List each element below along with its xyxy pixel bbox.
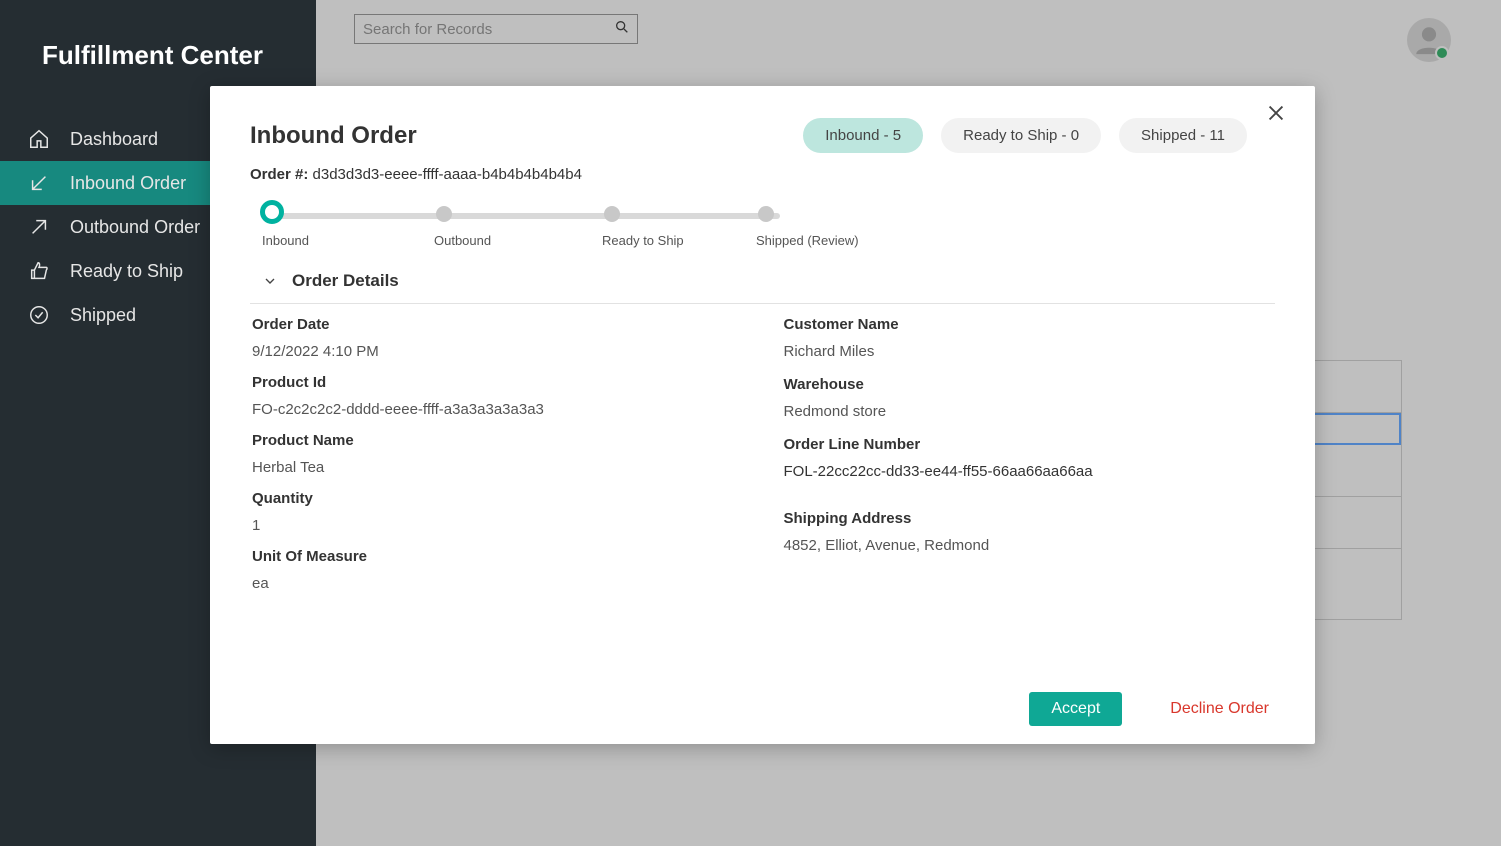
- field-order-line-number: Order Line Number FOL-22cc22cc-dd33-ee44…: [784, 436, 1276, 480]
- order-details-toggle[interactable]: Order Details: [250, 265, 1275, 304]
- field-value: Richard Miles: [784, 343, 1276, 360]
- field-product-id: Product Id FO-c2c2c2c2-dddd-eeee-ffff-a3…: [252, 374, 744, 418]
- product-id-value: c2c2c2c2-dddd-eeee-ffff-a3a3a3a3a3a3: [278, 401, 544, 418]
- step-label: Shipped (Review): [756, 233, 859, 248]
- decline-order-button[interactable]: Decline Order: [1170, 700, 1269, 718]
- field-label: Quantity: [252, 490, 744, 507]
- status-pills: Inbound - 5 Ready to Ship - 0 Shipped - …: [803, 118, 1247, 153]
- field-unit-of-measure: Unit Of Measure ea: [252, 548, 744, 592]
- field-value: FO-c2c2c2c2-dddd-eeee-ffff-a3a3a3a3a3a3: [252, 401, 744, 418]
- field-order-date: Order Date 9/12/2022 4:10 PM: [252, 316, 744, 360]
- order-line-prefix: FOL-: [784, 463, 818, 480]
- field-label: Order Line Number: [784, 436, 1276, 453]
- step-label: Ready to Ship: [602, 233, 684, 248]
- inbound-order-modal: Inbound Order Order #: d3d3d3d3-eeee-fff…: [210, 86, 1315, 744]
- field-value: FOL-22cc22cc-dd33-ee44-ff55-66aa66aa66aa: [784, 463, 1276, 480]
- field-value: ea: [252, 575, 744, 592]
- order-details: Order Date 9/12/2022 4:10 PM Product Id …: [250, 316, 1275, 606]
- step-dot-icon: [604, 206, 620, 222]
- order-details-right: Customer Name Richard Miles Warehouse Re…: [784, 316, 1276, 606]
- field-label: Product Id: [252, 374, 744, 391]
- modal-actions: Accept Decline Order: [1029, 692, 1269, 726]
- order-number-value: d3d3d3d3-eeee-ffff-aaaa-b4b4b4b4b4b4: [313, 166, 582, 183]
- order-number-label: Order #:: [250, 166, 308, 183]
- field-value: Redmond store: [784, 403, 1276, 420]
- accept-button[interactable]: Accept: [1029, 692, 1122, 726]
- field-quantity: Quantity 1: [252, 490, 744, 534]
- order-line-value: 22cc22cc-dd33-ee44-ff55-66aa66aa66aa: [818, 463, 1093, 480]
- step-label: Outbound: [434, 233, 491, 248]
- field-label: Warehouse: [784, 376, 1276, 393]
- field-value: 9/12/2022 4:10 PM: [252, 343, 744, 360]
- step-label: Inbound: [262, 233, 309, 248]
- order-details-title: Order Details: [292, 271, 399, 291]
- pill-ready-to-ship[interactable]: Ready to Ship - 0: [941, 118, 1101, 153]
- order-details-left: Order Date 9/12/2022 4:10 PM Product Id …: [252, 316, 744, 606]
- order-number-line: Order #: d3d3d3d3-eeee-ffff-aaaa-b4b4b4b…: [250, 166, 1275, 183]
- field-warehouse: Warehouse Redmond store: [784, 376, 1276, 420]
- chevron-down-icon: [262, 273, 278, 289]
- stepper-track: [267, 213, 780, 219]
- field-label: Order Date: [252, 316, 744, 333]
- step-dot-icon: [436, 206, 452, 222]
- close-button[interactable]: [1265, 102, 1293, 130]
- field-value: 4852, Elliot, Avenue, Redmond: [784, 537, 1276, 554]
- field-label: Product Name: [252, 432, 744, 449]
- field-label: Unit Of Measure: [252, 548, 744, 565]
- pill-inbound[interactable]: Inbound - 5: [803, 118, 923, 153]
- field-shipping-address: Shipping Address 4852, Elliot, Avenue, R…: [784, 510, 1276, 554]
- field-label: Customer Name: [784, 316, 1276, 333]
- pill-shipped[interactable]: Shipped - 11: [1119, 118, 1247, 153]
- field-customer-name: Customer Name Richard Miles: [784, 316, 1276, 360]
- step-dot-icon: [758, 206, 774, 222]
- field-value: 1: [252, 517, 744, 534]
- product-id-prefix: FO-: [252, 401, 278, 418]
- field-label: Shipping Address: [784, 510, 1276, 527]
- field-value: Herbal Tea: [252, 459, 744, 476]
- progress-stepper: Inbound Outbound Ready to Ship Shipped (…: [258, 201, 818, 247]
- field-product-name: Product Name Herbal Tea: [252, 432, 744, 476]
- step-dot-icon: [260, 200, 284, 224]
